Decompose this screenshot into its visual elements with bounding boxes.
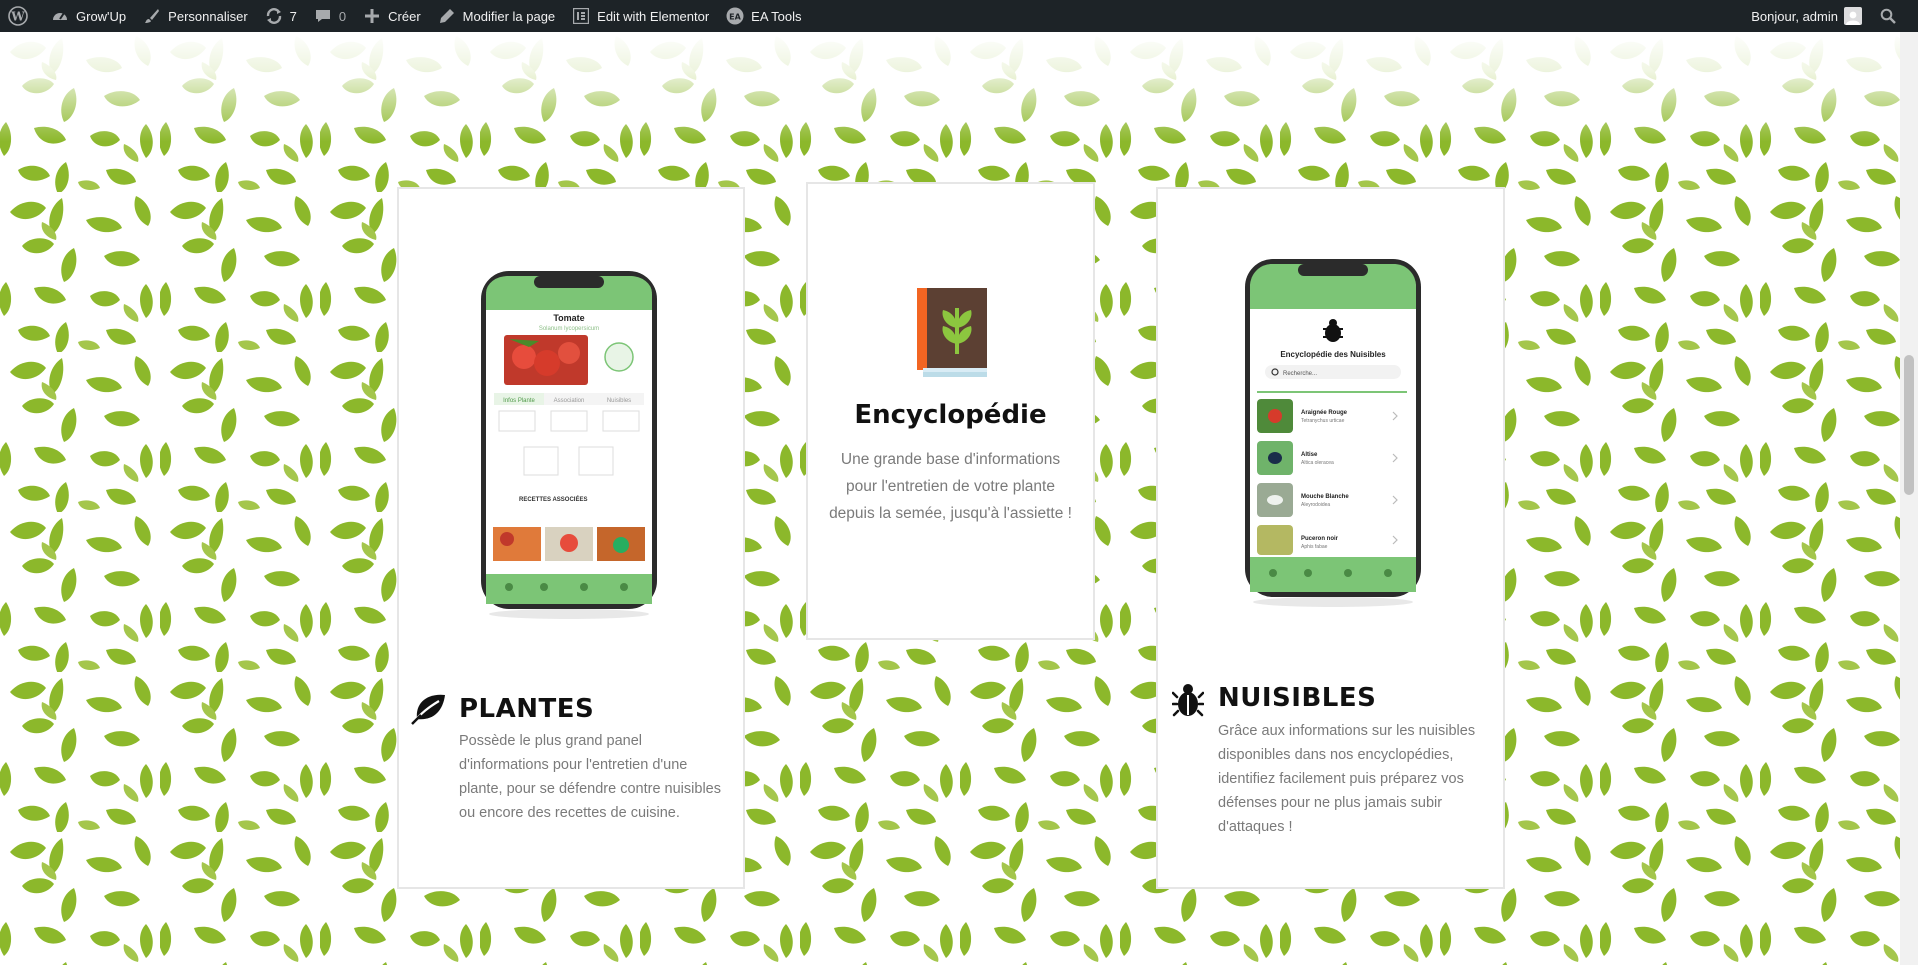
leaf-icon <box>411 694 445 725</box>
phone-tab-3: Nuisibles <box>607 398 631 404</box>
phone-nuisibles-header: Encyclopédie des Nuisibles <box>1280 350 1386 359</box>
search-button[interactable] <box>1870 0 1906 32</box>
elementor-icon <box>571 6 591 26</box>
edit-with-elementor-link[interactable]: Edit with Elementor <box>563 0 717 32</box>
svg-text:W: W <box>10 10 25 24</box>
plantes-description: Possède le plus grand panel d'informatio… <box>459 733 721 821</box>
page-scrollbar[interactable] <box>1900 32 1918 965</box>
nuisibles-phone-mockup: Encyclopédie des Nuisibles Recherche... … <box>1245 259 1421 607</box>
edit-page-link[interactable]: Modifier la page <box>429 0 564 32</box>
site-name-label: Grow'Up <box>76 8 127 24</box>
updates-link[interactable]: 7 <box>256 0 305 32</box>
plus-icon <box>362 6 382 26</box>
phone-search-placeholder: Recherche... <box>1283 371 1317 377</box>
pest-latin: Altica oleracea <box>1301 460 1334 466</box>
page-content: Tomate Solanum lycopersicum Infos Plante… <box>0 32 1900 965</box>
phone-tab-2: Association <box>554 398 585 404</box>
pest-latin: Aleyrodoidea <box>1301 502 1330 508</box>
plantes-title: PLANTES <box>459 694 595 724</box>
comment-icon <box>313 6 333 26</box>
site-name-link[interactable]: Grow'Up <box>42 0 134 32</box>
svg-text:EA: EA <box>729 13 741 22</box>
pest-name: Puceron noir <box>1301 536 1339 542</box>
pest-name: Araignée Rouge <box>1301 410 1348 416</box>
greeting-label: Bonjour, admin <box>1751 8 1838 24</box>
phone-plant-name: Tomate <box>553 313 584 323</box>
phone-latin-name: Solanum lycopersicum <box>539 326 599 332</box>
encyclopedie-title: Encyclopédie <box>854 400 1047 430</box>
search-icon <box>1878 6 1898 26</box>
ea-tools-icon: EA <box>725 6 745 26</box>
customize-link[interactable]: Personnaliser <box>134 0 256 32</box>
phone-tab-1: Infos Plante <box>503 398 535 404</box>
customize-label: Personnaliser <box>168 8 248 24</box>
comments-count: 0 <box>338 8 347 24</box>
nuisibles-title: NUISIBLES <box>1218 683 1377 713</box>
pest-latin: Aphis fabae <box>1301 544 1328 550</box>
ea-tools-link[interactable]: EA EA Tools <box>717 0 809 32</box>
my-account-link[interactable]: Bonjour, admin <box>1743 0 1870 32</box>
avatar <box>1844 7 1862 25</box>
wordpress-logo-button[interactable]: W <box>0 0 42 32</box>
plantes-card: Tomate Solanum lycopersicum Infos Plante… <box>397 187 745 889</box>
scrollbar-thumb[interactable] <box>1904 355 1914 495</box>
encyclopedie-description: Une grande base d'informations pour l'en… <box>829 451 1072 522</box>
nuisibles-description: Grâce aux informations sur les nuisibles… <box>1218 723 1476 835</box>
encyclopedia-book-icon <box>917 288 987 377</box>
plantes-phone-mockup: Tomate Solanum lycopersicum Infos Plante… <box>481 271 657 619</box>
update-icon <box>264 6 284 26</box>
pest-name: Altise <box>1301 452 1318 458</box>
pest-latin: Tetranychus urticae <box>1301 418 1345 424</box>
phone-recipes-label: RECETTES ASSOCIÉES <box>519 495 587 503</box>
updates-count: 7 <box>289 8 297 24</box>
encyclopedie-card: Encyclopédie Une grande base d'informati… <box>806 182 1095 640</box>
top-fade-overlay <box>0 32 1900 142</box>
brush-icon <box>142 6 162 26</box>
comments-link[interactable]: 0 <box>305 0 354 32</box>
wordpress-icon: W <box>8 6 28 26</box>
pest-name: Mouche Blanche <box>1301 494 1349 500</box>
bug-icon <box>1172 684 1204 717</box>
elementor-label: Edit with Elementor <box>597 8 710 24</box>
dashboard-icon <box>50 6 70 26</box>
new-content-label: Créer <box>388 8 421 24</box>
pencil-icon <box>437 6 457 26</box>
admin-bar: W Grow'Up Personnaliser 7 0 Créer Modifi… <box>0 0 1918 32</box>
new-content-link[interactable]: Créer <box>354 0 429 32</box>
nuisibles-card: Encyclopédie des Nuisibles Recherche... … <box>1156 187 1505 889</box>
ea-tools-label: EA Tools <box>751 8 802 24</box>
edit-page-label: Modifier la page <box>462 8 556 24</box>
